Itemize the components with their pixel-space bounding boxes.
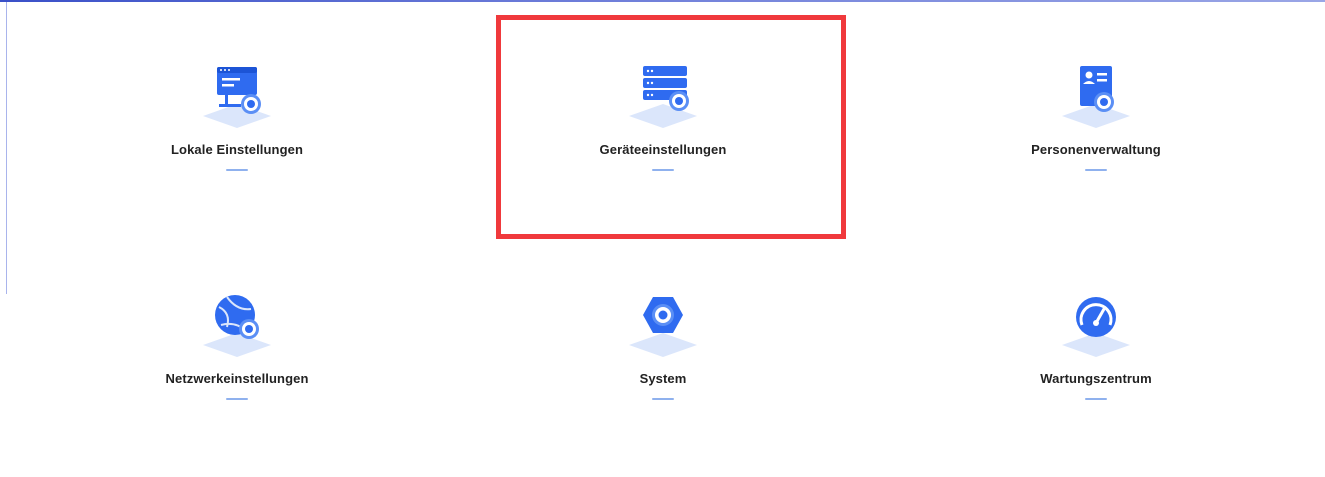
tile-underline <box>226 169 248 171</box>
tile-maintenance-center[interactable]: Wartungszentrum <box>976 293 1216 423</box>
tile-label: Netzwerkeinstellungen <box>165 371 309 386</box>
tile-label: Personenverwaltung <box>1031 142 1161 157</box>
tile-underline <box>652 398 674 400</box>
top-border <box>0 0 1325 2</box>
local-settings-icon <box>197 64 277 128</box>
left-border <box>6 2 7 294</box>
settings-overview-page: Lokale Einstellungen Geräteeinstellungen <box>0 0 1325 477</box>
tile-person-management[interactable]: Personenverwaltung <box>976 64 1216 194</box>
maintenance-center-icon <box>1056 293 1136 357</box>
tile-underline <box>226 398 248 400</box>
tile-network-settings[interactable]: Netzwerkeinstellungen <box>117 293 357 423</box>
tile-label: Lokale Einstellungen <box>170 142 304 157</box>
tile-local-settings[interactable]: Lokale Einstellungen <box>117 64 357 194</box>
system-icon <box>623 293 703 357</box>
highlight-box <box>496 15 846 239</box>
person-management-icon <box>1056 64 1136 128</box>
network-settings-icon <box>197 293 277 357</box>
tile-system[interactable]: System <box>543 293 783 423</box>
tile-underline <box>1085 169 1107 171</box>
tile-underline <box>1085 398 1107 400</box>
tile-label: System <box>639 371 687 386</box>
tile-label: Wartungszentrum <box>1040 371 1152 386</box>
